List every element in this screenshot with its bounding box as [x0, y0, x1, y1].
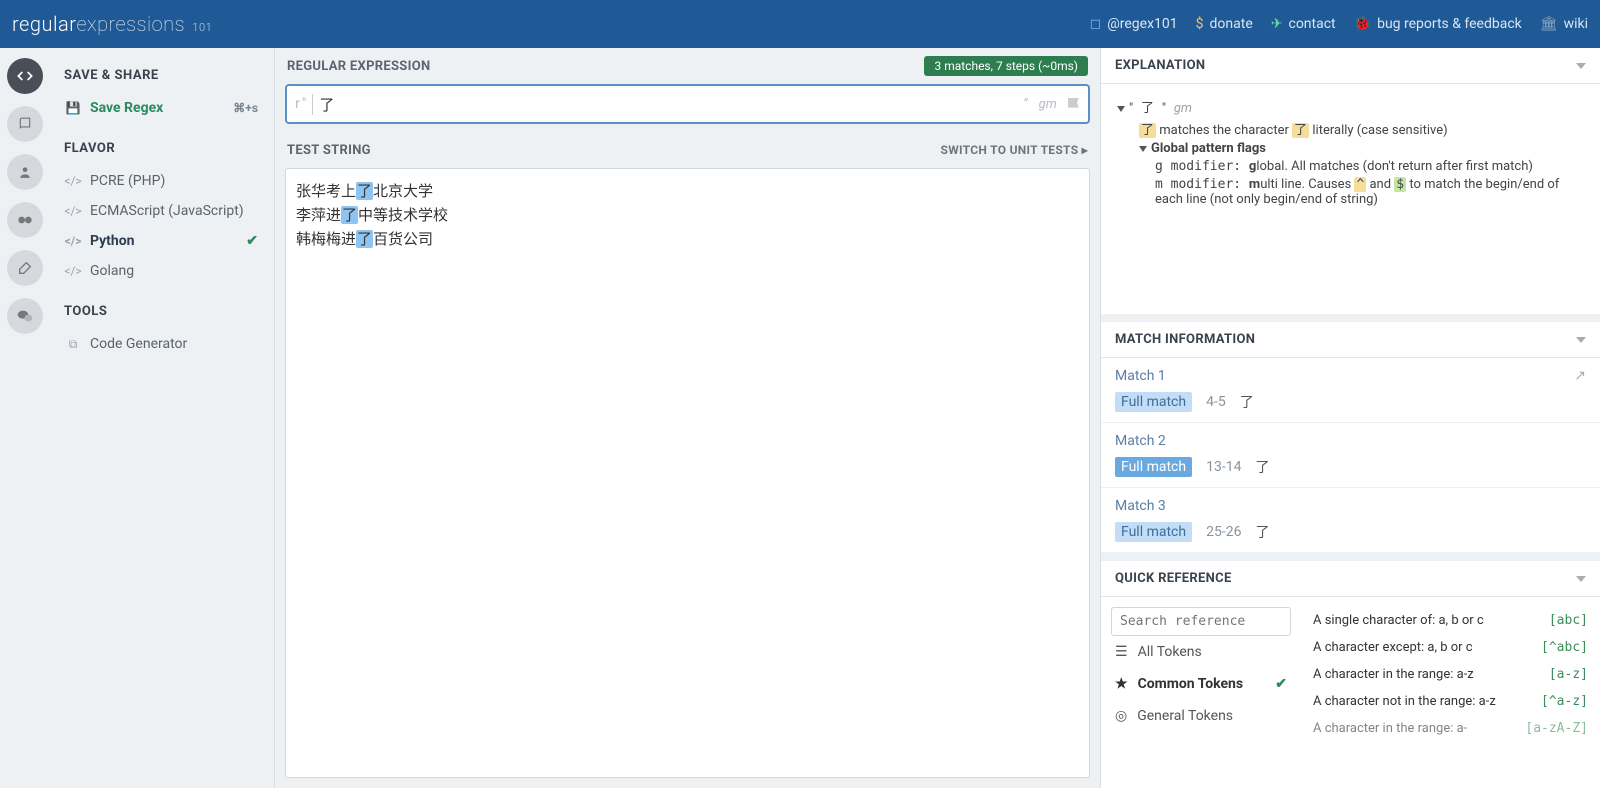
regex-suffix: ": [1023, 96, 1027, 112]
save-icon: 💾: [66, 101, 80, 115]
qr-item[interactable]: A character in the range: a-z[a-z]: [1313, 661, 1588, 688]
rail-editor-icon[interactable]: [7, 58, 43, 94]
regex-pattern[interactable]: 了: [312, 94, 1023, 115]
logo-sub: 101: [192, 21, 212, 34]
explanation-header[interactable]: EXPLANATION: [1101, 48, 1600, 84]
link-wiki[interactable]: 🏛wiki: [1540, 16, 1588, 32]
test-string-input[interactable]: 张华考上了北京大学 李萍进了中等技术学校 韩梅梅进了百货公司: [285, 168, 1090, 778]
match-text: 了: [1255, 522, 1269, 542]
match-name: Match 1: [1115, 368, 1166, 384]
caret-down-icon[interactable]: [1117, 106, 1125, 112]
code-icon: </>: [66, 234, 80, 248]
regex-input[interactable]: r" 了 " gm: [285, 84, 1090, 124]
matchinfo-header[interactable]: MATCH INFORMATION: [1101, 322, 1600, 358]
match-range: 4-5: [1206, 394, 1226, 410]
test-line: 张华考上了北京大学: [296, 179, 1079, 203]
match-highlight: 了: [356, 230, 373, 248]
code-icon: </>: [66, 204, 80, 218]
right-panel: EXPLANATION " 了 " gm 了 matches the chara…: [1100, 48, 1600, 788]
explanation-body: " 了 " gm 了 matches the character 了 liter…: [1101, 84, 1600, 314]
bug-icon: 🐞: [1354, 16, 1371, 32]
test-line: 韩梅梅进了百货公司: [296, 227, 1079, 251]
wiki-icon: 🏛: [1540, 16, 1558, 32]
link-bugreport[interactable]: 🐞bug reports & feedback: [1354, 16, 1522, 32]
save-regex-button[interactable]: 💾Save Regex ⌘+s: [60, 93, 264, 123]
qr-item[interactable]: A single character of: a, b or c[abc]: [1313, 607, 1588, 634]
match-block[interactable]: Match 2 Full match 13-14 了: [1101, 423, 1600, 488]
full-match-label: Full match: [1115, 522, 1192, 542]
match-text: 了: [1255, 457, 1269, 477]
save-share-title: SAVE & SHARE: [64, 68, 260, 83]
check-icon: ✔: [246, 233, 258, 249]
caret-down-icon[interactable]: [1139, 146, 1147, 152]
link-donate[interactable]: $donate: [1196, 16, 1253, 32]
logo[interactable]: regularexpressions 101: [12, 12, 212, 36]
regex-title: REGULAR EXPRESSION: [287, 59, 430, 74]
chevron-down-icon[interactable]: [1576, 576, 1586, 582]
qr-item[interactable]: A character except: a, b or c[^abc]: [1313, 634, 1588, 661]
search-reference-input[interactable]: [1111, 607, 1291, 636]
match-block[interactable]: Match 1 ↗ Full match 4-5 了: [1101, 358, 1600, 423]
qr-cat-all[interactable]: ☰All Tokens: [1111, 636, 1291, 668]
chevron-down-icon[interactable]: [1576, 337, 1586, 343]
match-name: Match 3: [1115, 498, 1166, 514]
logo-thin: expressions: [76, 12, 185, 36]
match-block[interactable]: Match 3 Full match 25-26 了: [1101, 488, 1600, 553]
regex-prefix: r": [295, 96, 308, 112]
twitter-icon: ◻: [1090, 16, 1102, 32]
save-shortcut: ⌘+s: [233, 101, 258, 115]
tool-code-generator[interactable]: ⧉Code Generator: [60, 329, 264, 359]
check-icon: ✔: [1275, 676, 1287, 692]
code-icon: </>: [66, 174, 80, 188]
match-range: 25-26: [1206, 524, 1241, 540]
full-match-label: Full match: [1115, 392, 1192, 412]
left-panel: SAVE & SHARE 💾Save Regex ⌘+s FLAVOR </>P…: [50, 48, 275, 788]
top-bar: regularexpressions 101 ◻@regex101 $donat…: [0, 0, 1600, 48]
match-highlight: 了: [341, 206, 358, 224]
icon-rail: [0, 48, 50, 788]
qr-cat-common[interactable]: ★Common Tokens✔: [1111, 668, 1291, 700]
rail-account-icon[interactable]: [7, 154, 43, 190]
rail-library-icon[interactable]: [7, 106, 43, 142]
match-text: 了: [1240, 392, 1254, 412]
top-links: ◻@regex101 $donate ✈contact 🐞bug reports…: [1090, 16, 1588, 32]
rail-settings-icon[interactable]: [7, 250, 43, 286]
switch-unit-tests[interactable]: SWITCH TO UNIT TESTS ▸: [941, 143, 1088, 157]
flavor-title: FLAVOR: [64, 141, 260, 156]
tools-title: TOOLS: [64, 304, 260, 319]
logo-main: regular: [12, 12, 76, 36]
list-icon: ☰: [1115, 644, 1128, 660]
test-line: 李萍进了中等技术学校: [296, 203, 1079, 227]
qr-cat-general[interactable]: ◎General Tokens: [1111, 700, 1291, 732]
link-twitter[interactable]: ◻@regex101: [1090, 16, 1178, 32]
code-icon: </>: [66, 264, 80, 278]
match-stats-badge: 3 matches, 7 steps (~0ms): [924, 56, 1088, 76]
center-panel: REGULAR EXPRESSION 3 matches, 7 steps (~…: [275, 48, 1100, 788]
generator-icon: ⧉: [66, 337, 80, 352]
flag-icon[interactable]: [1068, 98, 1080, 110]
dollar-icon: $: [1196, 16, 1204, 32]
flavor-python[interactable]: </>Python✔: [60, 226, 264, 256]
qr-item[interactable]: A character not in the range: a-z[^a-z]: [1313, 688, 1588, 715]
paper-plane-icon: ✈: [1271, 16, 1283, 32]
match-highlight: 了: [356, 182, 373, 200]
qr-item[interactable]: A character in the range: a-[a-zA-Z]: [1313, 715, 1588, 742]
target-icon: ◎: [1115, 708, 1127, 724]
match-name: Match 2: [1115, 433, 1166, 449]
rail-chat-icon[interactable]: [7, 298, 43, 334]
quickref-header[interactable]: QUICK REFERENCE: [1101, 561, 1600, 597]
chevron-down-icon[interactable]: [1576, 63, 1586, 69]
rail-debugger-icon[interactable]: [7, 202, 43, 238]
link-contact[interactable]: ✈contact: [1271, 16, 1336, 32]
flavor-pcre[interactable]: </>PCRE (PHP): [60, 166, 264, 196]
flavor-golang[interactable]: </>Golang: [60, 256, 264, 286]
flavor-ecmascript[interactable]: </>ECMAScript (JavaScript): [60, 196, 264, 226]
regex-flags[interactable]: gm: [1039, 97, 1057, 112]
match-range: 13-14: [1206, 459, 1241, 475]
teststring-title: TEST STRING: [287, 143, 371, 158]
external-link-icon[interactable]: ↗: [1574, 368, 1586, 384]
full-match-label: Full match: [1115, 457, 1192, 477]
star-icon: ★: [1115, 676, 1128, 692]
